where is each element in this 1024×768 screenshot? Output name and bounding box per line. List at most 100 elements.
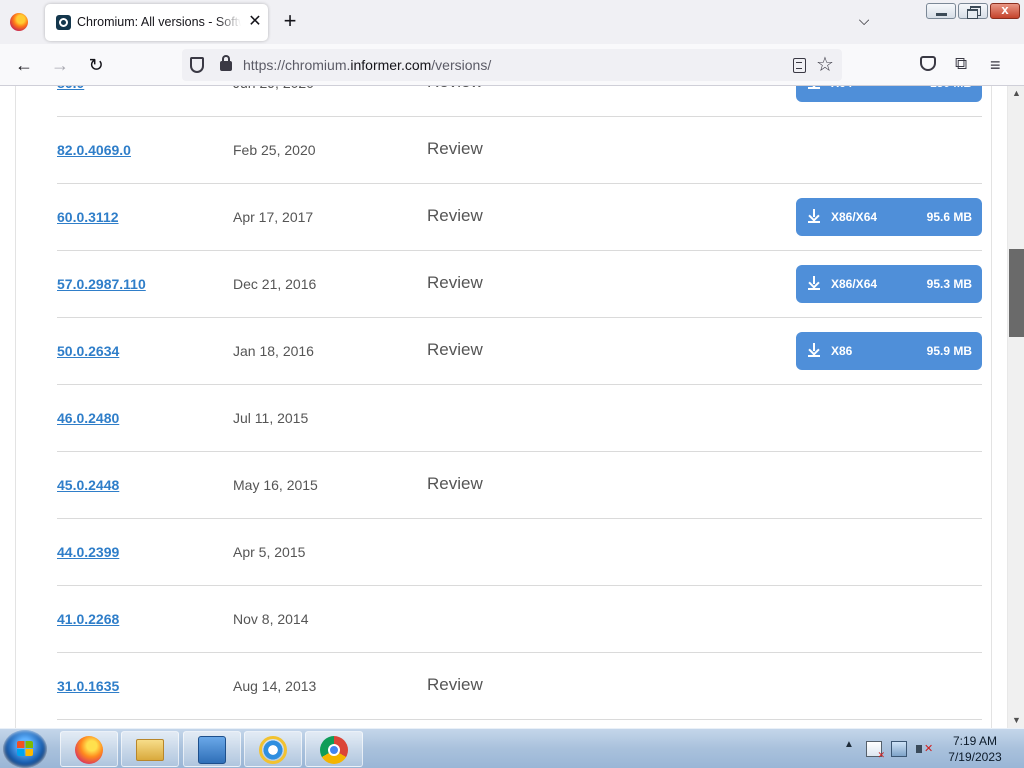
extensions-icon[interactable]: ⧉ xyxy=(955,54,973,74)
volume-muted-icon[interactable] xyxy=(916,741,933,757)
version-row: 45.0.2448 May 16, 2015 Review xyxy=(57,452,982,519)
taskbar-control-panel[interactable] xyxy=(183,731,241,767)
version-link[interactable]: 50.0.2634 xyxy=(57,343,119,359)
download-arrow-icon xyxy=(808,342,820,358)
close-icon: x xyxy=(1001,2,1009,17)
release-date: Apr 5, 2015 xyxy=(233,544,306,560)
release-date: Nov 8, 2014 xyxy=(233,611,309,627)
download-button[interactable]: X86 95.9 MB xyxy=(796,332,982,370)
download-button[interactable]: X86/X64 95.6 MB xyxy=(796,198,982,236)
navigation-toolbar: ← → ↻ https://chromium.informer.com/vers… xyxy=(0,44,1024,86)
tracking-protection-shield-icon[interactable] xyxy=(190,57,204,73)
control-panel-icon xyxy=(198,736,226,764)
hamburger-menu-icon[interactable]: ≡ xyxy=(990,55,1008,75)
review-link[interactable]: Review xyxy=(427,273,483,293)
release-date: Apr 17, 2017 xyxy=(233,209,314,225)
release-date: Jul 11, 2015 xyxy=(233,410,309,426)
reload-icon[interactable]: ↻ xyxy=(84,54,108,76)
start-button[interactable] xyxy=(3,730,47,768)
reader-view-icon[interactable] xyxy=(793,58,806,73)
download-arrow-icon xyxy=(808,275,820,291)
tab-list-chevron-icon[interactable]: ⌵ xyxy=(855,12,873,30)
review-link[interactable]: Review xyxy=(427,139,483,159)
taskbar-file-explorer[interactable] xyxy=(121,731,179,767)
download-arch: X86/X64 xyxy=(831,277,878,291)
network-icon[interactable] xyxy=(891,741,907,757)
version-row: 60.0.3112 Apr 17, 2017 Review X86/X64 95.6 M… xyxy=(57,184,982,251)
download-size: 95.9 MB xyxy=(926,344,972,358)
back-arrow-icon[interactable]: ← xyxy=(12,54,36,76)
review-link[interactable]: Review xyxy=(427,340,483,360)
new-tab-button[interactable]: + xyxy=(278,10,302,34)
url-text[interactable]: https://chromium.informer.com/versions/ xyxy=(243,57,491,73)
url-domain: informer.com xyxy=(350,57,432,73)
lock-icon[interactable] xyxy=(220,55,232,71)
review-link[interactable]: Review xyxy=(427,86,483,92)
action-center-flag-icon[interactable] xyxy=(866,741,885,761)
version-row: 46.0.2480 Jul 11, 2015 xyxy=(57,385,982,452)
download-size: 150 MB xyxy=(930,86,972,90)
forward-arrow-icon[interactable]: → xyxy=(48,54,72,76)
tab-bar: Chromium: All versions - Software Inform… xyxy=(0,0,1024,44)
clock-time: 7:19 AM xyxy=(952,734,998,748)
firefox-logo-icon[interactable] xyxy=(10,13,28,31)
taskbar-internet-explorer[interactable] xyxy=(244,731,302,767)
tab-close-icon[interactable]: ✕ xyxy=(245,12,265,32)
review-link[interactable]: Review xyxy=(427,474,483,494)
download-arrow-icon xyxy=(808,208,820,224)
download-size: 95.6 MB xyxy=(926,210,972,224)
taskbar-chrome[interactable] xyxy=(305,731,363,767)
release-date: Jan 18, 2016 xyxy=(233,343,314,359)
download-arch: X86 xyxy=(831,344,853,358)
scrollbar-thumb[interactable] xyxy=(1009,249,1024,337)
firefox-icon xyxy=(75,736,103,764)
folder-icon xyxy=(136,739,164,761)
download-arch: X64 xyxy=(831,86,852,90)
scroll-down-arrow-icon[interactable]: ▼ xyxy=(1008,713,1024,728)
versions-list: 86.0 Jun 29, 2020 Review X64 150 MB 82.0.4069… xyxy=(15,86,992,728)
version-row: 82.0.4069.0 Feb 25, 2020 Review xyxy=(57,117,982,184)
version-link[interactable]: 45.0.2448 xyxy=(57,477,119,493)
version-link[interactable]: 46.0.2480 xyxy=(57,410,119,426)
review-link[interactable]: Review xyxy=(427,206,483,226)
page-viewport: 86.0 Jun 29, 2020 Review X64 150 MB 82.0.4069… xyxy=(0,86,1007,728)
window-minimize-button[interactable] xyxy=(926,3,956,19)
release-date: Dec 21, 2016 xyxy=(233,276,317,292)
url-path: /versions/ xyxy=(431,57,492,73)
window-restore-button[interactable] xyxy=(958,3,988,19)
tab-chromium-versions[interactable]: Chromium: All versions - Software Inform… xyxy=(45,4,268,41)
taskbar: ▲ 7:19 AM 7/19/2023 xyxy=(0,728,1024,768)
system-clock[interactable]: 7:19 AM 7/19/2023 xyxy=(935,733,1015,765)
review-link[interactable]: Review xyxy=(427,675,483,695)
internet-explorer-icon xyxy=(259,736,287,764)
clock-date: 7/19/2023 xyxy=(948,750,1002,764)
bookmark-star-icon[interactable]: ☆ xyxy=(816,53,836,77)
version-link[interactable]: 31.0.1635 xyxy=(57,678,119,694)
url-prefix: https://chromium. xyxy=(243,57,351,73)
version-row: 86.0 Jun 29, 2020 Review X64 150 MB xyxy=(57,86,982,117)
download-button[interactable]: X86/X64 95.3 MB xyxy=(796,265,982,303)
release-date: Jun 29, 2020 xyxy=(233,86,314,91)
version-link[interactable]: 86.0 xyxy=(57,86,84,91)
tab-title: Chromium: All versions - Software Inform… xyxy=(77,15,241,29)
scroll-up-arrow-icon[interactable]: ▲ xyxy=(1008,86,1024,101)
version-link[interactable]: 41.0.2268 xyxy=(57,611,119,627)
release-date: May 16, 2015 xyxy=(233,477,318,493)
vertical-scrollbar[interactable]: ▲ ▼ xyxy=(1007,86,1024,728)
version-link[interactable]: 57.0.2987.110 xyxy=(57,276,146,292)
chrome-icon xyxy=(320,736,348,764)
download-arch: X86/X64 xyxy=(831,210,878,224)
address-bar[interactable]: https://chromium.informer.com/versions/ … xyxy=(182,49,842,81)
taskbar-firefox[interactable] xyxy=(60,731,118,767)
version-row: 41.0.2268 Nov 8, 2014 xyxy=(57,586,982,653)
pocket-icon[interactable] xyxy=(920,56,936,71)
version-row: 44.0.2399 Apr 5, 2015 xyxy=(57,519,982,586)
download-button[interactable]: X64 150 MB xyxy=(796,86,982,102)
version-row: 31.0.1635 Aug 14, 2013 Review xyxy=(57,653,982,720)
window-close-button[interactable]: x xyxy=(990,2,1020,19)
version-link[interactable]: 60.0.3112 xyxy=(57,209,119,225)
version-link[interactable]: 82.0.4069.0 xyxy=(57,142,131,158)
download-size: 95.3 MB xyxy=(926,277,972,291)
version-link[interactable]: 44.0.2399 xyxy=(57,544,119,560)
show-hidden-icons-arrow-icon[interactable]: ▲ xyxy=(844,739,854,750)
